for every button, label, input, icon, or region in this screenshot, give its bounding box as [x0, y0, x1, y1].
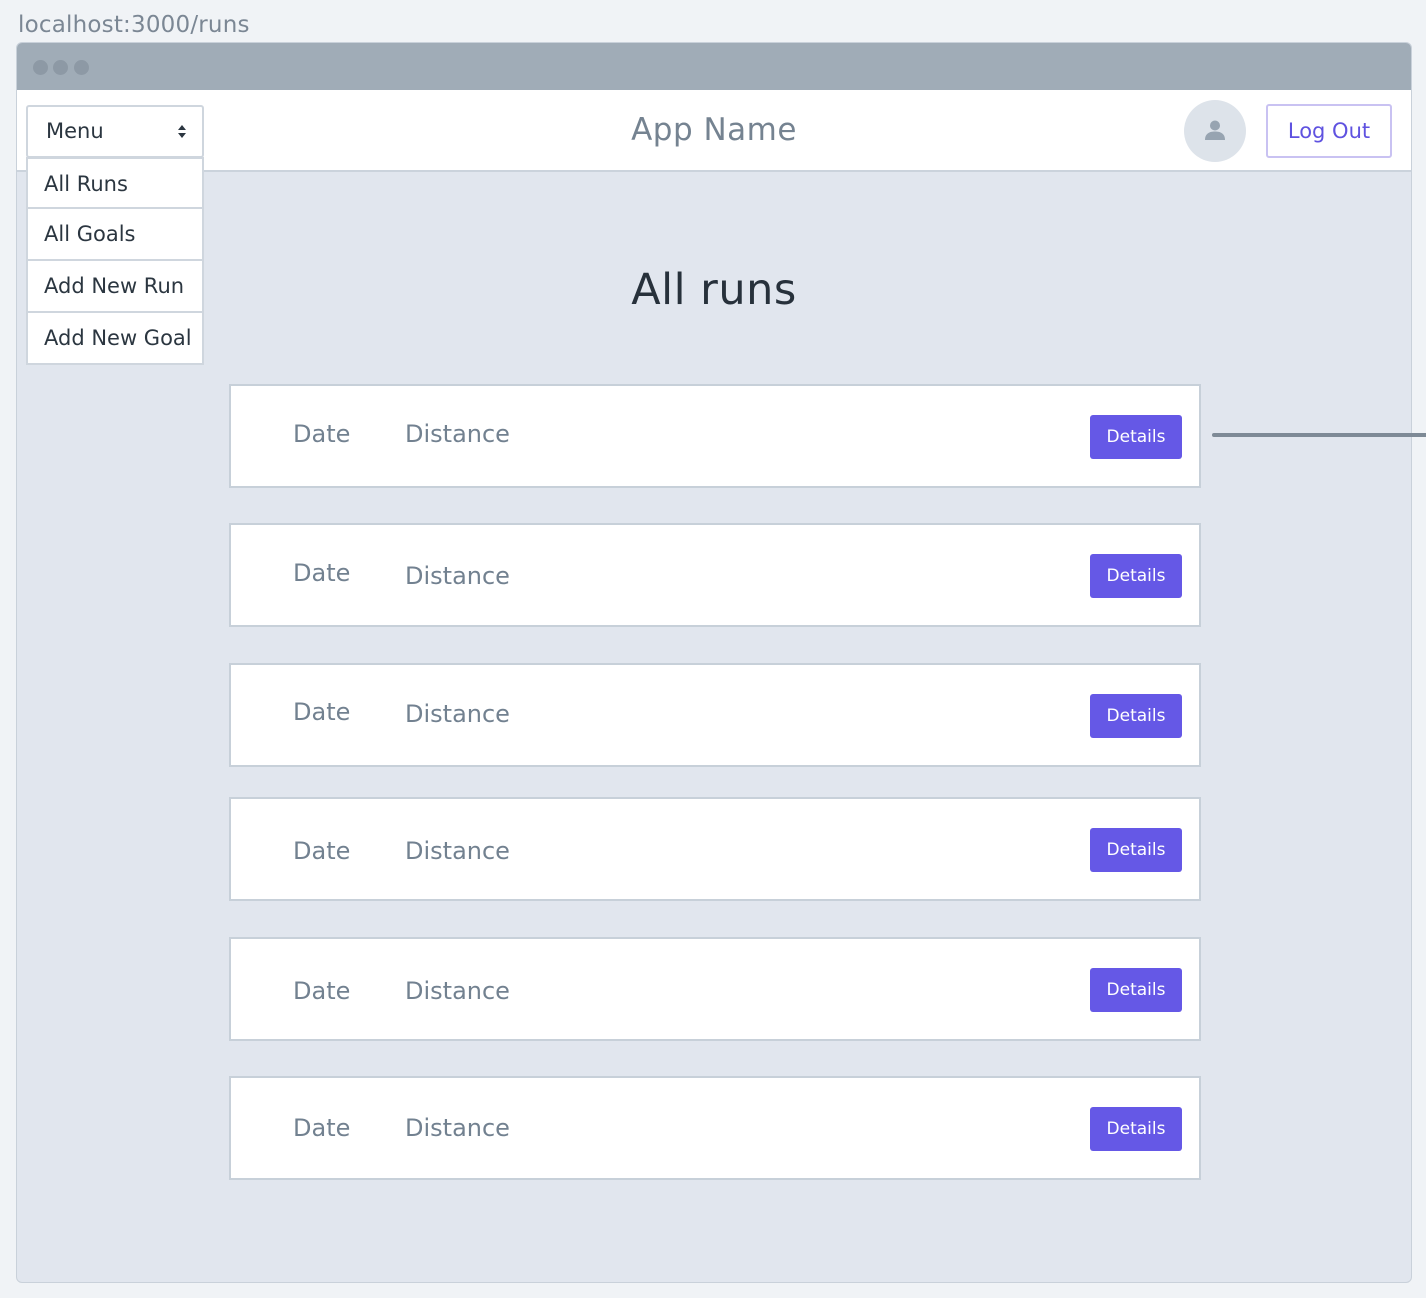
run-card: Date Distance Details [229, 384, 1201, 488]
menu-item-add-new-goal[interactable]: Add New Goal [26, 313, 204, 365]
details-button[interactable]: Details [1090, 828, 1182, 872]
page-title: All runs [631, 265, 797, 315]
run-distance: Distance [405, 1114, 510, 1142]
run-card: Date Distance Details [229, 797, 1201, 901]
app-header: App Name Log Out [17, 90, 1411, 172]
window-maximize-dot[interactable] [74, 60, 89, 75]
details-button[interactable]: Details [1090, 968, 1182, 1012]
run-distance: Distance [405, 700, 510, 728]
annotation-connector-line [1212, 433, 1426, 437]
run-date: Date [293, 977, 351, 1005]
menu-item-all-goals[interactable]: All Goals [26, 209, 204, 261]
user-icon [1205, 120, 1225, 140]
run-distance: Distance [405, 420, 510, 448]
avatar[interactable] [1184, 100, 1246, 162]
select-arrows-icon [178, 125, 186, 138]
run-date: Date [293, 1114, 351, 1142]
logout-button[interactable]: Log Out [1266, 104, 1392, 158]
run-date: Date [293, 698, 351, 726]
run-card: Date Distance Details [229, 1076, 1201, 1180]
run-card: Date Distance Details [229, 663, 1201, 767]
menu-select[interactable]: Menu [26, 105, 204, 158]
run-distance: Distance [405, 837, 510, 865]
run-distance: Distance [405, 562, 510, 590]
details-button[interactable]: Details [1090, 554, 1182, 598]
window-titlebar [17, 43, 1411, 90]
menu-select-label: Menu [46, 119, 104, 143]
run-date: Date [293, 420, 351, 448]
run-date: Date [293, 837, 351, 865]
details-button[interactable]: Details [1090, 694, 1182, 738]
url-label: localhost:3000/runs [18, 12, 250, 38]
run-date: Date [293, 559, 351, 587]
details-button[interactable]: Details [1090, 415, 1182, 459]
window-minimize-dot[interactable] [53, 60, 68, 75]
window-close-dot[interactable] [33, 60, 48, 75]
run-distance: Distance [405, 977, 510, 1005]
menu-dropdown: All Runs All Goals Add New Run Add New G… [26, 157, 204, 365]
menu-item-all-runs[interactable]: All Runs [26, 157, 204, 209]
run-card: Date Distance Details [229, 937, 1201, 1041]
browser-window: App Name Log Out Menu All Runs All Goals… [16, 42, 1412, 1283]
run-card: Date Distance Details [229, 523, 1201, 627]
details-button[interactable]: Details [1090, 1107, 1182, 1151]
